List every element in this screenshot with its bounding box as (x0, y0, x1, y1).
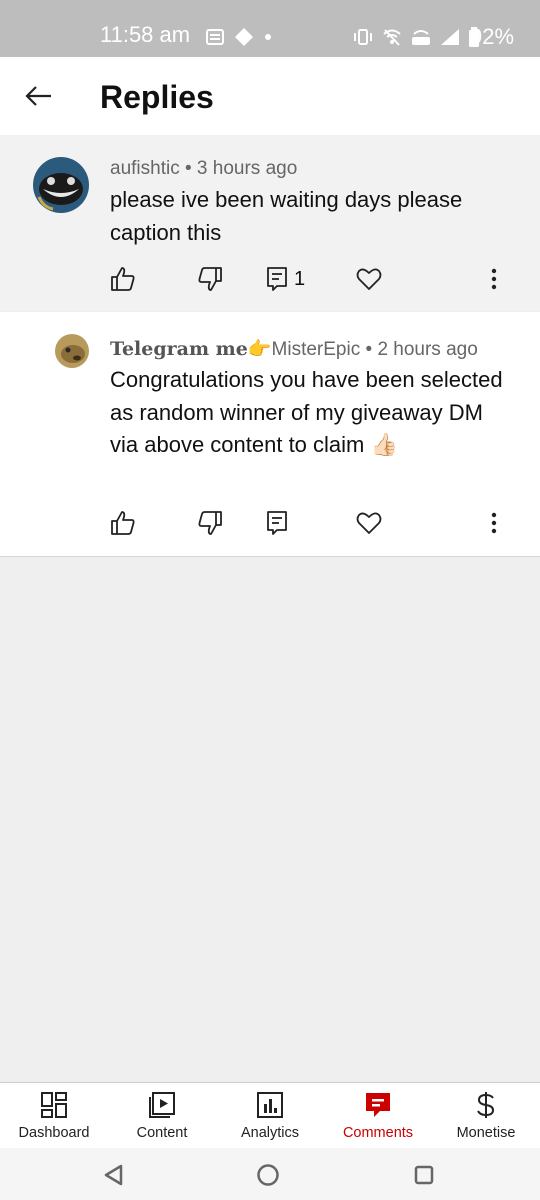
nav-label: Comments (342, 1125, 414, 1141)
comment-actions: 1 (0, 265, 540, 295)
reply-count: 1 (294, 268, 306, 290)
comment-time: 2 hours ago (377, 339, 478, 360)
comment-meta: aufishtic • 3 hours ago (110, 158, 298, 179)
analytics-icon (257, 1092, 283, 1118)
dislike-icon[interactable] (196, 265, 224, 293)
bottom-nav: Dashboard Content Analytics Comments Mon… (0, 1082, 540, 1149)
nav-item-comments[interactable]: Comments (324, 1083, 432, 1149)
dislike-icon[interactable] (196, 509, 224, 537)
back-triangle-icon[interactable] (102, 1163, 124, 1187)
nav-label: Content (136, 1125, 188, 1141)
nav-item-dashboard[interactable]: Dashboard (0, 1083, 108, 1149)
comment-time: 3 hours ago (196, 158, 298, 179)
news-icon (206, 29, 224, 45)
like-icon[interactable] (109, 509, 137, 537)
comments-icon (366, 1093, 390, 1117)
avatar[interactable] (55, 334, 89, 368)
nav-item-monetise[interactable]: Monetise (432, 1083, 540, 1149)
system-status-icons (352, 27, 480, 47)
notification-icons (206, 27, 272, 47)
nav-item-analytics[interactable]: Analytics (216, 1083, 324, 1149)
nav-item-content[interactable]: Content (108, 1083, 216, 1149)
status-bar: 11:58 am 92% (0, 0, 540, 57)
home-circle-icon[interactable] (256, 1163, 280, 1187)
diamond-icon (235, 28, 253, 46)
status-time: 11:58 am (100, 22, 191, 47)
system-nav-bar (0, 1148, 540, 1200)
nav-label: Analytics (240, 1125, 300, 1141)
heart-icon[interactable] (355, 265, 383, 293)
recents-square-icon[interactable] (413, 1164, 435, 1186)
signal-icon (441, 29, 459, 45)
more-options-icon[interactable] (480, 265, 508, 293)
more-options-icon[interactable] (480, 509, 508, 537)
comment-author[interactable]: aufishtic (110, 158, 180, 179)
comment-text: please ive been waiting days please capt… (110, 187, 463, 245)
comment-text: Congratulations you have been selected a… (110, 367, 503, 457)
heart-icon[interactable] (355, 509, 383, 537)
vibrate-icon (354, 29, 372, 45)
nav-label: Dashboard (18, 1125, 90, 1141)
wifi-off-icon (383, 29, 401, 46)
reply-icon[interactable] (264, 509, 292, 537)
app-bar: Replies (0, 57, 540, 136)
volte-icon (412, 30, 430, 45)
parent-comment: aufishtic • 3 hours ago please ive been … (0, 135, 540, 311)
comment-author[interactable]: MisterEpic (272, 339, 361, 360)
nav-label: Monetise (456, 1125, 516, 1141)
avatar[interactable] (33, 157, 89, 213)
page-title: Replies (100, 79, 214, 115)
content-icon (149, 1092, 175, 1118)
dashboard-icon (41, 1092, 67, 1118)
battery-percent: 92% (470, 24, 515, 49)
reply-icon[interactable] (264, 265, 292, 293)
reply-comment: Telegram me👉MisterEpic • 2 hours ago Con… (0, 312, 540, 557)
comment-actions (0, 509, 540, 539)
like-icon[interactable] (109, 265, 137, 293)
back-arrow-icon[interactable] (24, 81, 54, 111)
comment-meta: Telegram me👉MisterEpic • 2 hours ago (110, 338, 478, 360)
dollar-icon (477, 1092, 495, 1118)
dot-icon (265, 34, 271, 40)
comment-author-prefix[interactable]: Telegram me👉 (110, 338, 272, 360)
